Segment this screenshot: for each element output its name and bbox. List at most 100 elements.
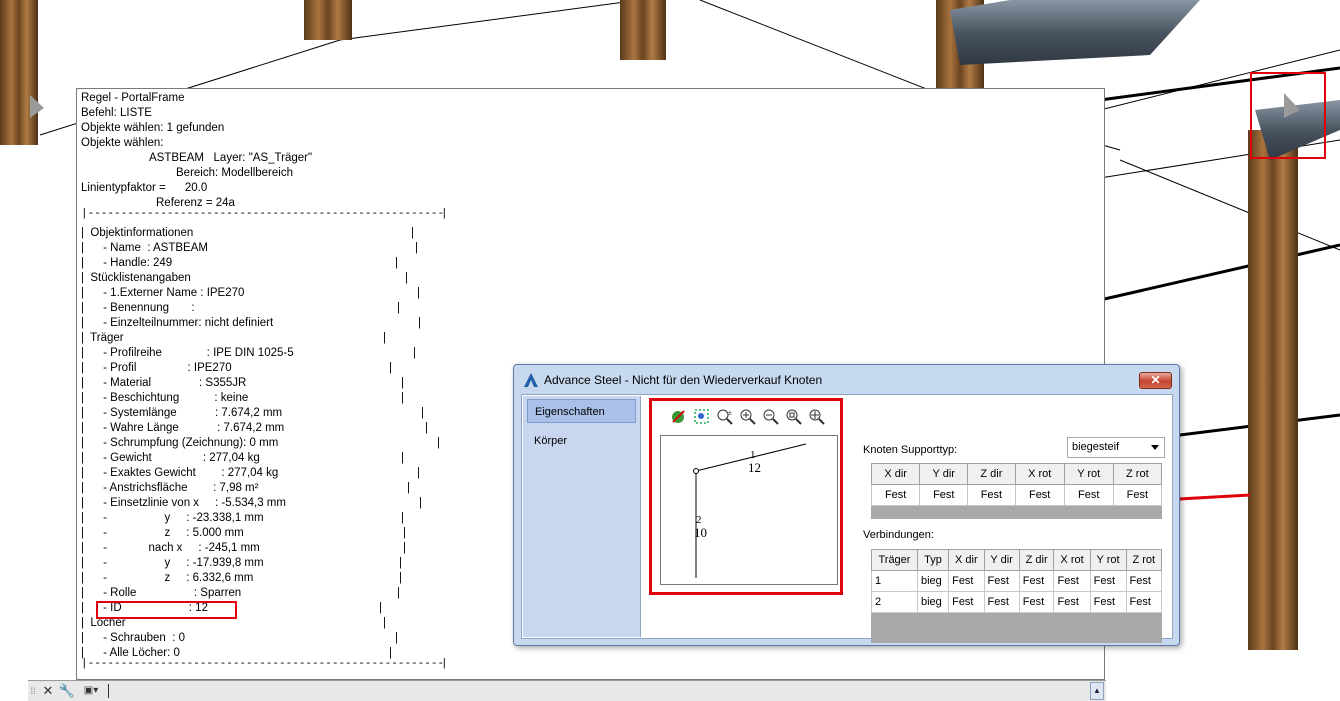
support-cell[interactable]: Fest — [1063, 484, 1114, 506]
text-line: Objekte wählen: — [81, 137, 164, 149]
tree-line-end-bar: | — [395, 632, 398, 644]
tree-line-end-bar: | — [415, 242, 418, 254]
advance-steel-logo-icon — [524, 373, 538, 387]
tree-line: | - Name : ASTBEAM — [81, 242, 208, 254]
tree-line-end-bar: | — [401, 392, 404, 404]
chevron-down-icon — [1151, 445, 1159, 450]
connections-cell[interactable]: Fest — [1125, 570, 1162, 592]
tree-line-end-bar: | — [397, 587, 400, 599]
support-cell[interactable]: Fest — [919, 484, 969, 506]
tree-line: | - Einzelteilnummer: nicht definiert — [81, 317, 274, 329]
tree-line: | - Material : S355JR — [81, 377, 247, 389]
connections-cell[interactable]: Fest — [1018, 570, 1055, 592]
connections-cell[interactable]: Fest — [1089, 570, 1127, 592]
connections-cell[interactable]: Fest — [948, 591, 985, 613]
knoten-dialog: Advance Steel - Nicht für den Wiederverk… — [513, 364, 1180, 646]
support-cell[interactable]: Fest — [967, 484, 1016, 506]
tree-line: | Träger — [81, 332, 124, 344]
separator-bottom-end: | — [441, 658, 448, 670]
close-icon[interactable]: ✕ — [40, 683, 56, 699]
text-line: ASTBEAM Layer: "AS_Träger" — [149, 152, 313, 164]
table-row[interactable]: 2 bieg Fest Fest Fest Fest Fest Fest — [871, 591, 1162, 613]
connections-cell[interactable]: Fest — [983, 591, 1020, 613]
connections-cell[interactable]: Fest — [948, 570, 985, 592]
connections-cell[interactable]: bieg — [916, 570, 950, 592]
connections-cell[interactable]: Fest — [983, 570, 1020, 592]
table-row[interactable]: 1 bieg Fest Fest Fest Fest Fest Fest — [871, 570, 1162, 592]
tree-line-end-bar: | — [403, 542, 406, 554]
tree-line: | - y : -23.338,1 mm — [81, 512, 264, 524]
support-cell[interactable]: Fest — [870, 484, 921, 506]
tree-line: | - z : 6.332,6 mm — [81, 572, 254, 584]
tree-line-end-bar: | — [401, 512, 404, 524]
scroll-up-button[interactable]: ▲ — [1090, 682, 1104, 700]
connections-col-header: X rot — [1053, 549, 1091, 571]
tree-line: | - Rolle : Sparren — [81, 587, 242, 599]
connections-label: Verbindungen: — [863, 529, 934, 541]
tree-line-end-bar: | — [383, 617, 386, 629]
tree-line-end-bar: | — [418, 317, 421, 329]
support-col-header: Z dir — [967, 463, 1016, 485]
connections-cell[interactable]: Fest — [1018, 591, 1055, 613]
support-table[interactable]: X dir Y dir Z dir X rot Y rot Z rot Fest Fest F… — [870, 463, 1163, 506]
support-col-header: Z rot — [1112, 463, 1163, 485]
tree-line-end-bar: | — [399, 557, 402, 569]
support-type-label: Knoten Supporttyp: — [863, 444, 958, 456]
connections-cell[interactable]: Fest — [1053, 570, 1091, 592]
grip-icon[interactable]: ⁞⁞ — [28, 683, 38, 699]
tree-line: | - Exaktes Gewicht : 277,04 kg — [81, 467, 279, 479]
nav-item-eigenschaften[interactable]: Eigenschaften — [527, 399, 636, 423]
tree-line: | - Beschichtung : keine — [81, 392, 249, 404]
connections-cell[interactable]: bieg — [916, 591, 950, 613]
tree-line-end-bar: | — [407, 482, 410, 494]
command-line[interactable]: ⁞⁞ ✕ 🔧 ▣▾ — [28, 680, 1106, 701]
dialog-nav: Eigenschaften Körper — [523, 396, 641, 637]
connections-col-header: Z rot — [1125, 549, 1162, 571]
connections-cell[interactable]: Fest — [1125, 591, 1162, 613]
nav-item-koerper[interactable]: Körper — [527, 429, 636, 453]
connections-cell[interactable]: 2 — [871, 591, 918, 613]
connections-cell[interactable]: Fest — [1089, 591, 1127, 613]
tree-line-end-bar: | — [421, 407, 424, 419]
connections-col-header: X dir — [948, 549, 985, 571]
close-button[interactable]: ✕ — [1139, 372, 1172, 389]
tree-line-end-bar: | — [399, 572, 402, 584]
tree-line-end-bar: | — [405, 272, 408, 284]
highlight-id-box — [96, 601, 237, 619]
tree-line: | - Gewicht : 277,04 kg — [81, 452, 260, 464]
dialog-body: Eigenschaften Körper ± 1 12 2 10 Knoten … — [521, 394, 1173, 643]
tree-line: | - Systemlänge : 7.674,2 mm — [81, 407, 283, 419]
tree-line: | - Benennung : — [81, 302, 195, 314]
connections-table[interactable]: Träger Typ X dir Y dir Z dir X rot Y rot Z rot … — [871, 549, 1162, 613]
text-line: Regel - PortalFrame — [81, 92, 185, 104]
tree-line: | - Profilreihe : IPE DIN 1025-5 — [81, 347, 294, 359]
tree-line-end-bar: | — [401, 452, 404, 464]
tree-line: | - y : -17.939,8 mm — [81, 557, 264, 569]
support-col-header: Y rot — [1063, 463, 1114, 485]
connections-col-header: Träger — [871, 549, 918, 571]
separator-top: |---------------------------------------… — [81, 208, 445, 220]
text-line: Befehl: LISTE — [81, 107, 152, 119]
command-prompt-icon[interactable]: ▣▾ — [80, 683, 102, 699]
tree-line-end-bar: | — [411, 227, 414, 239]
tree-line: | - Profil : IPE270 — [81, 362, 232, 374]
tree-line-end-bar: | — [437, 437, 440, 449]
tree-line-end-bar: | — [417, 287, 420, 299]
separator-bottom: |---------------------------------------… — [81, 658, 445, 670]
tree-line: | Objektinformationen — [81, 227, 194, 239]
tree-line: | - nach x : -245,1 mm — [81, 542, 260, 554]
support-col-header: Y dir — [919, 463, 969, 485]
dialog-title: Advance Steel - Nicht für den Wiederverk… — [544, 373, 823, 387]
support-cell[interactable]: Fest — [1014, 484, 1065, 506]
tree-line-end-bar: | — [397, 302, 400, 314]
connections-cell[interactable]: Fest — [1053, 591, 1091, 613]
tree-line: | - 1.Externer Name : IPE270 — [81, 287, 245, 299]
support-type-select[interactable]: biegesteif — [1067, 437, 1165, 458]
wrench-icon[interactable]: 🔧 — [58, 683, 76, 699]
tree-line: | - Handle: 249 — [81, 257, 173, 269]
connections-cell[interactable]: 1 — [871, 570, 918, 592]
support-type-value: biegesteif — [1072, 441, 1120, 453]
tree-line-end-bar: | — [379, 602, 382, 614]
tree-line-end-bar: | — [401, 377, 404, 389]
support-cell[interactable]: Fest — [1112, 484, 1163, 506]
